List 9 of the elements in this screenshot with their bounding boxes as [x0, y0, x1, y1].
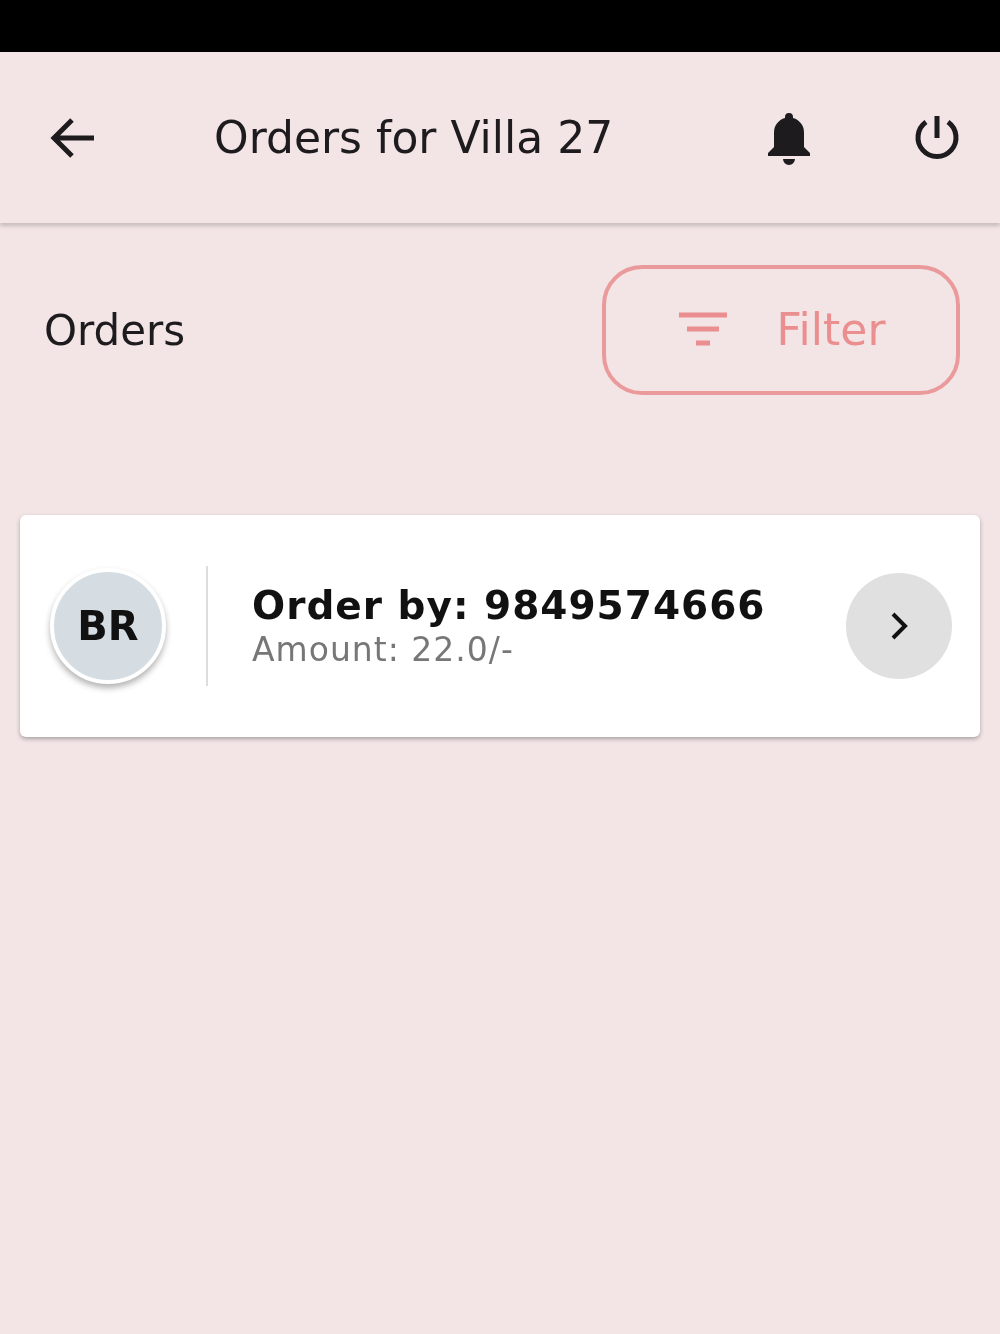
order-card[interactable]: BR Order by: 9849574666 Amount: 22.0/-: [20, 515, 980, 737]
chevron-right-icon: [889, 610, 909, 642]
amount-text: Amount: 22.0/-: [252, 629, 515, 670]
filter-icon: [676, 312, 729, 348]
bell-icon: [766, 110, 812, 165]
notifications-button[interactable]: [766, 110, 812, 165]
page-title: Orders for Villa 27: [214, 110, 615, 165]
section-title: Orders: [44, 304, 186, 357]
order-by-text: Order by: 9849574666: [252, 582, 767, 630]
